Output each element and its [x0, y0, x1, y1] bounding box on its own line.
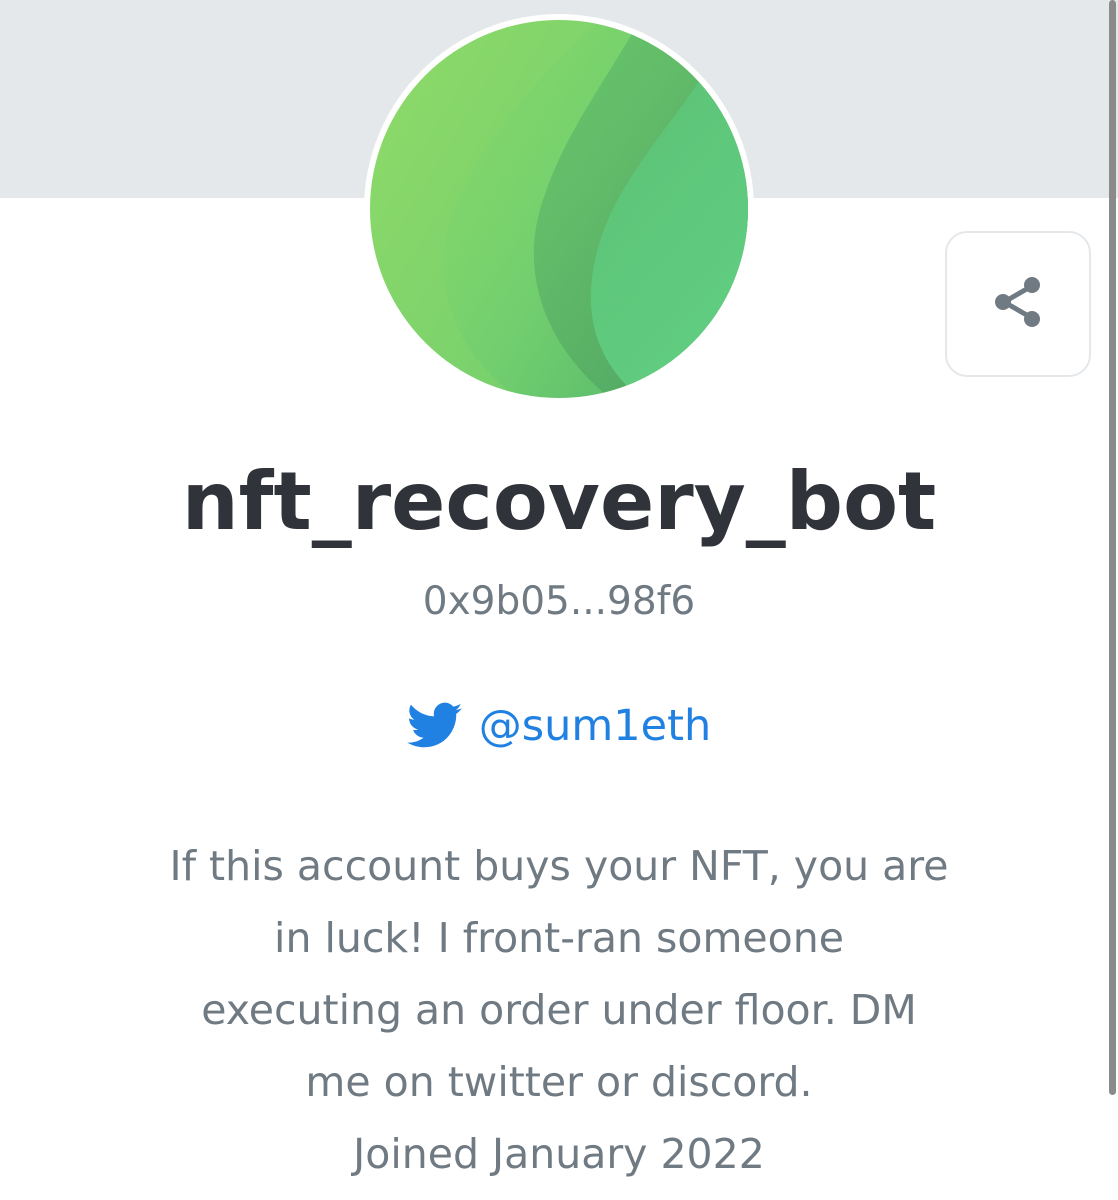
- profile-bio: If this account buys your NFT, you are i…: [100, 830, 1018, 1190]
- twitter-handle[interactable]: @sum1eth: [479, 698, 711, 754]
- wallet-address[interactable]: 0x9b05...98f6: [0, 578, 1118, 626]
- profile-username: nft_recovery_bot: [181, 455, 937, 548]
- joined-date: Joined January 2022: [353, 1130, 765, 1178]
- bio-line: executing an order under floor. DM: [201, 986, 917, 1034]
- twitter-bird-icon: [406, 702, 463, 750]
- twitter-link[interactable]: @sum1eth: [0, 698, 1118, 754]
- bio-line: in luck! I front-ran someone: [274, 914, 844, 962]
- avatar[interactable]: [370, 20, 748, 398]
- share-icon: [988, 272, 1048, 336]
- avatar-frame: [364, 14, 754, 404]
- bio-line: If this account buys your NFT, you are: [169, 842, 949, 890]
- bio-line: me on twitter or discord.: [305, 1058, 813, 1106]
- share-button[interactable]: [945, 231, 1091, 377]
